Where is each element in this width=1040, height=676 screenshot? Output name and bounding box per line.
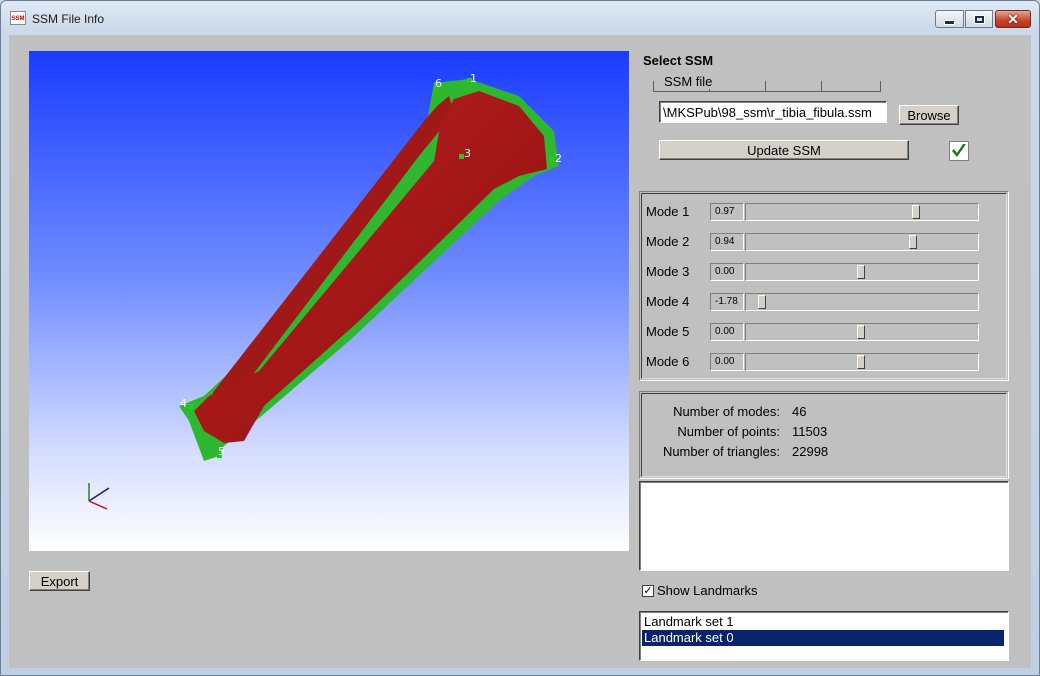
info-value: 46 [792,404,807,419]
info-label: Number of triangles: [662,444,780,459]
mode-row-2: Mode 2 0.94 [640,232,1000,252]
app-icon: SSM [10,11,26,25]
mode-label: Mode 4 [646,294,690,309]
mode-label: Mode 5 [646,324,690,339]
info-value: 11503 [792,424,828,439]
landmark-marker-2 [549,157,554,162]
bone-model-render [88,78,559,510]
browse-button[interactable]: Browse [899,105,959,125]
mode-label: Mode 2 [646,234,690,249]
client-area: 1 2 3 4 5 6 Export Select SSM SSM file \… [9,35,1031,668]
mode-1-slider[interactable] [745,203,979,221]
select-ssm-title: Select SSM [643,53,714,68]
landmark-set-list[interactable]: Landmark set 1 Landmark set 0 [639,611,1009,661]
tibia-primary-shape [194,91,547,443]
show-landmarks-checkbox[interactable]: ✓ [642,585,654,597]
info-label: Number of points: [677,424,780,439]
slider-thumb[interactable] [857,265,865,279]
check-icon [949,141,969,161]
maximize-button[interactable] [965,10,993,28]
ssm-file-info-window: SSM SSM File Info ✕ 1 2 3 4 5 6 Export S… [0,0,1040,676]
export-button[interactable]: Export [29,571,90,591]
mode-6-slider[interactable] [745,353,979,371]
list-item-landmark-set-0[interactable]: Landmark set 0 [642,630,1004,646]
mode-5-slider[interactable] [745,323,979,341]
mode-row-4: Mode 4 -1.78 [640,292,1000,312]
3d-viewport[interactable]: 1 2 3 4 5 6 [29,51,629,551]
modes-panel: Mode 1 0.97 Mode 2 0.94 Mode 3 0.00 Mode… [639,191,1009,381]
mode-3-slider[interactable] [745,263,979,281]
mode-2-slider[interactable] [745,233,979,251]
mode-row-3: Mode 3 0.00 [640,262,1000,282]
window-title: SSM File Info [32,12,105,26]
update-ssm-button[interactable]: Update SSM [659,140,909,160]
mode-4-slider[interactable] [745,293,979,311]
mode-row-5: Mode 5 0.00 [640,322,1000,342]
landmark-label-3: 3 [464,147,471,160]
output-text-area[interactable] [639,481,1009,571]
maximize-icon [974,15,984,23]
landmark-marker-4 [189,404,194,409]
minimize-icon [944,20,955,25]
show-landmarks-label: Show Landmarks [657,583,758,598]
ssm-file-path: \MKSPub\98_ssm\r_tibia_fibula.ssm [663,105,872,120]
slider-thumb[interactable] [909,235,917,249]
mode-value: 0.00 [710,323,744,341]
mode-label: Mode 6 [646,354,690,369]
list-item-landmark-set-1[interactable]: Landmark set 1 [642,614,1004,630]
mode-row-6: Mode 6 0.00 [640,352,1000,372]
mode-value: 0.00 [710,263,744,281]
title-bar[interactable]: SSM SSM File Info ✕ [1,1,1039,35]
ssm-file-label: SSM file [662,74,715,89]
info-label: Number of modes: [673,404,780,419]
info-value: 22998 [792,444,829,459]
orientation-axes-icon [88,483,110,510]
mode-row-1: Mode 1 0.97 [640,202,1000,222]
slider-thumb[interactable] [912,205,920,219]
close-button[interactable]: ✕ [995,10,1031,28]
mode-value: 0.00 [710,353,744,371]
mode-label: Mode 3 [646,264,690,279]
slider-thumb[interactable] [857,325,865,339]
mode-value: -1.78 [710,293,744,311]
landmark-label-4: 4 [180,397,187,410]
landmark-label-5: 5 [218,445,225,458]
ssm-file-input[interactable]: \MKSPub\98_ssm\r_tibia_fibula.ssm [659,101,887,123]
landmark-label-6: 6 [435,77,442,90]
mode-value: 0.94 [710,233,744,251]
close-icon: ✕ [1007,11,1019,27]
slider-thumb[interactable] [857,355,865,369]
ssm-info-panel: Number of modes: 46 Number of points: 11… [639,391,1009,479]
landmark-label-1: 1 [470,72,477,85]
minimize-button[interactable] [935,10,964,28]
mode-label: Mode 1 [646,204,690,219]
mode-value: 0.97 [710,203,744,221]
slider-thumb[interactable] [758,295,766,309]
landmark-label-2: 2 [555,152,562,165]
